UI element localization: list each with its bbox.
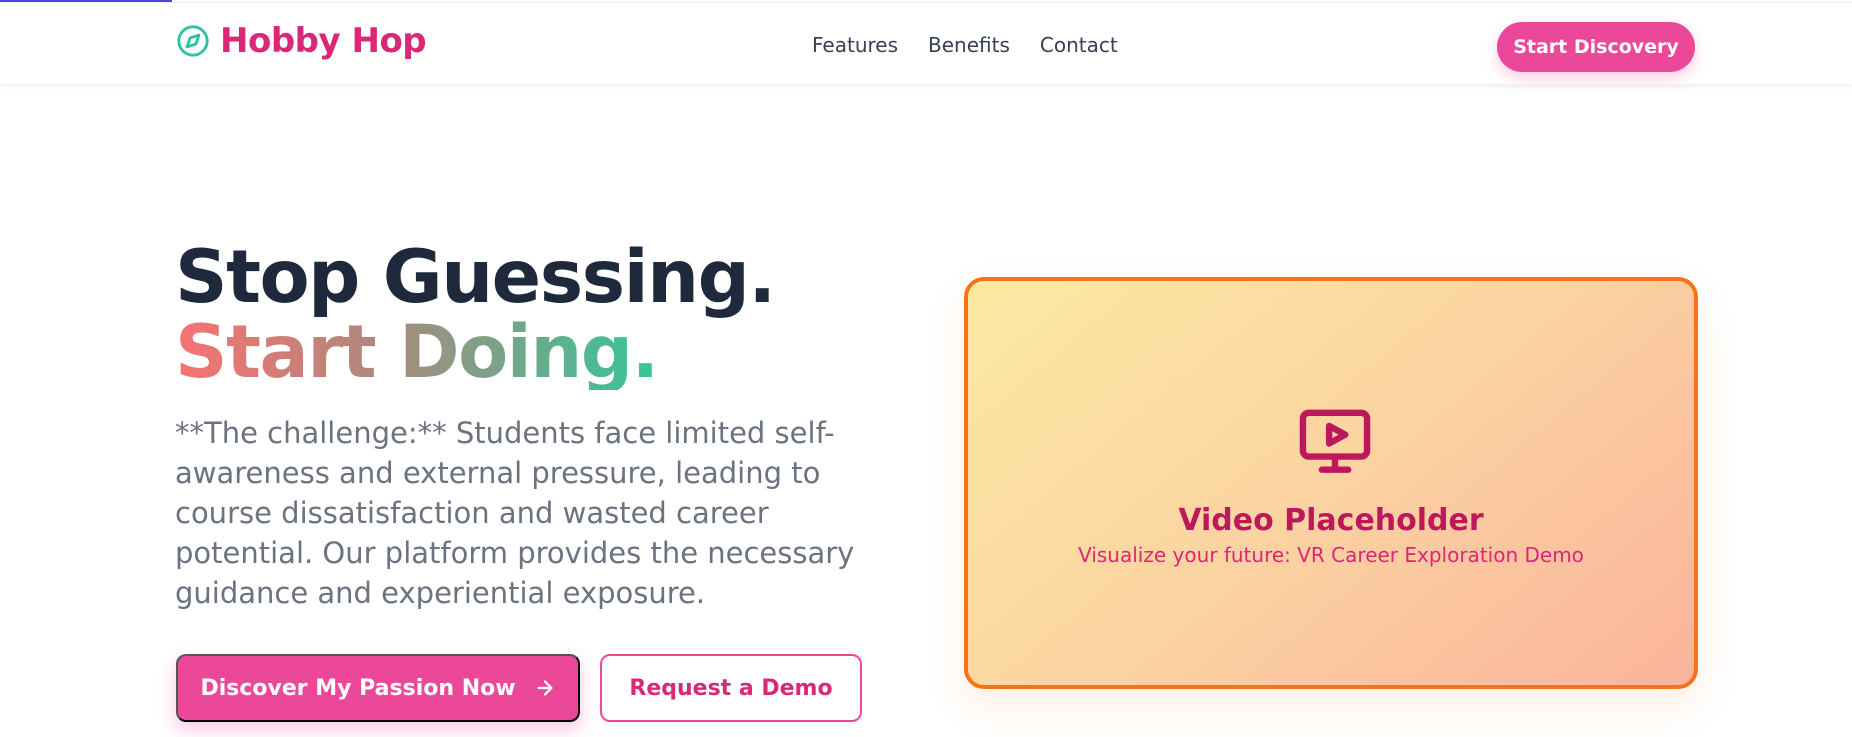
start-discovery-button[interactable]: Start Discovery — [1497, 22, 1695, 72]
hero-headline: Stop Guessing. Start Doing. — [175, 235, 776, 395]
request-demo-button[interactable]: Request a Demo — [600, 654, 862, 722]
video-subtitle: Visualize your future: VR Career Explora… — [1078, 543, 1584, 567]
video-title: Video Placeholder — [1178, 503, 1484, 538]
hero-headline-line1: Stop Guessing. — [175, 235, 776, 320]
top-navigation-bar: Hobby Hop Features Benefits Contact Star… — [0, 2, 1852, 84]
nav-link-features[interactable]: Features — [812, 33, 898, 57]
brand-logo[interactable]: Hobby Hop — [176, 21, 427, 61]
video-placeholder-card[interactable]: Video Placeholder Visualize your future:… — [964, 277, 1698, 689]
brand-name: Hobby Hop — [220, 21, 427, 61]
arrow-right-icon — [537, 680, 553, 696]
nav-link-contact[interactable]: Contact — [1040, 33, 1118, 57]
compass-icon — [177, 25, 209, 57]
hero-description: **The challenge:** Students face limited… — [175, 416, 855, 610]
discover-passion-button[interactable]: Discover My Passion Now — [176, 654, 580, 722]
discover-passion-label: Discover My Passion Now — [200, 675, 516, 701]
monitor-play-icon — [1299, 409, 1371, 473]
hero-headline-line2: Start Doing. — [175, 310, 659, 395]
nav-link-benefits[interactable]: Benefits — [928, 33, 1010, 57]
main-nav: Features Benefits Contact — [812, 33, 1118, 57]
